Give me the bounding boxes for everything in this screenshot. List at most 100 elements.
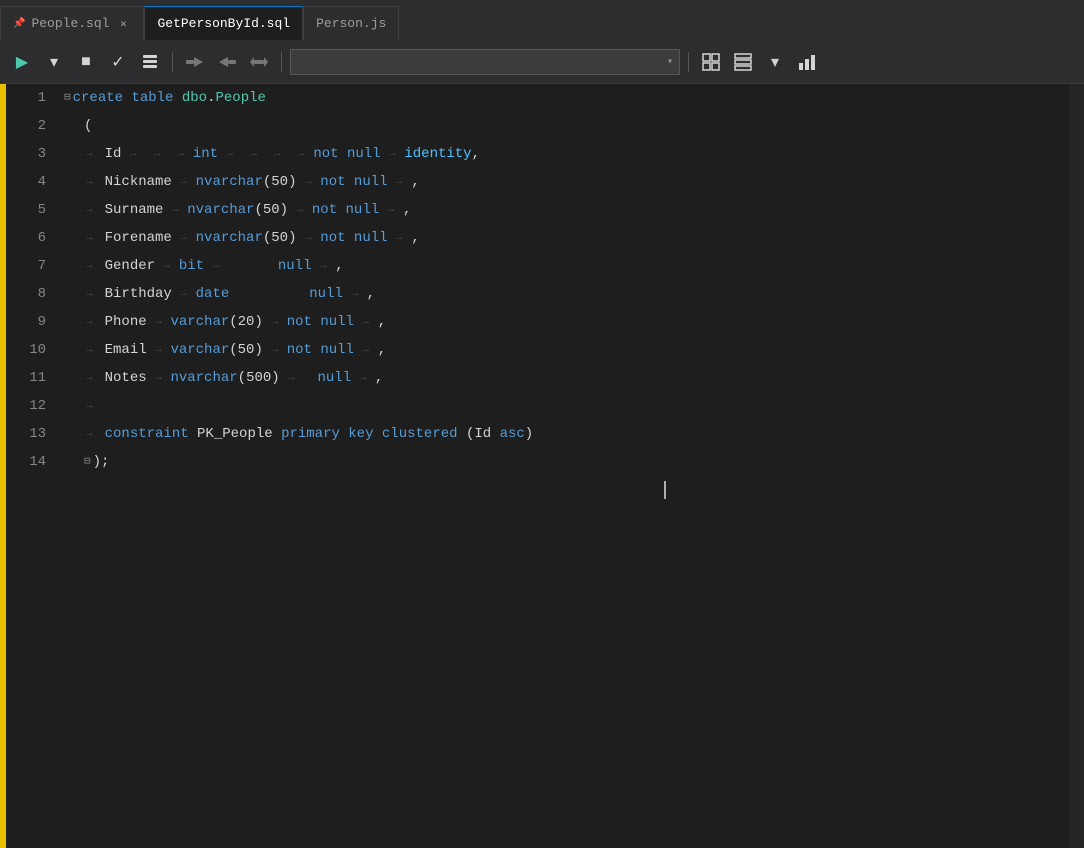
keyword-null-9: null	[320, 308, 354, 336]
arr-9c: →	[263, 308, 287, 336]
arr-9a: →	[84, 308, 95, 336]
code-line-10: → Email → varchar ( 50 ) → not null → ,	[64, 336, 1070, 364]
pk-name: PK_People	[197, 420, 273, 448]
size-20-9: 20	[238, 308, 255, 336]
arr-3a: →	[84, 140, 95, 168]
size-50-6: 50	[271, 224, 288, 252]
results-grid-button[interactable]	[697, 48, 725, 76]
toolbar-sep-1	[172, 52, 173, 72]
size-500-11: 500	[246, 364, 271, 392]
lp-5: (	[254, 196, 262, 224]
code-line-7: → Gender → bit → null → ,	[64, 252, 1070, 280]
arr-10a: →	[84, 336, 95, 364]
lp-4: (	[263, 168, 271, 196]
conn-both-button[interactable]	[245, 48, 273, 76]
tab-label-getpersonbyid-sql: GetPersonById.sql	[157, 16, 290, 31]
comma-5: ,	[403, 196, 411, 224]
arr-7a: →	[84, 252, 95, 280]
line-num-5: 5	[6, 196, 46, 224]
code-line-1: ⊟ create table dbo . People	[64, 84, 1070, 112]
rp-13: )	[525, 420, 533, 448]
code-line-8: → Birthday → date null → ,	[64, 280, 1070, 308]
arr-5d: →	[379, 196, 403, 224]
arr-3b: →	[121, 140, 145, 168]
arr-12: →	[84, 392, 95, 420]
line-numbers: 1 2 3 4 5 6 7 8 9 10 11 12 13 14	[6, 84, 56, 848]
col-gender: Gender	[105, 252, 155, 280]
sp6b	[346, 224, 354, 252]
run-dropdown-button[interactable]: ▾	[40, 48, 68, 76]
code-editor[interactable]: ⊟ create table dbo . People ( → Id → → →…	[56, 84, 1070, 848]
keyword-null-8: null	[309, 280, 343, 308]
arr-6b: →	[172, 224, 196, 252]
arr-4b: →	[172, 168, 196, 196]
code-line-9: → Phone → varchar ( 20 ) → not null → ,	[64, 308, 1070, 336]
keyword-not-6: not	[320, 224, 345, 252]
keyword-create: create	[73, 84, 123, 112]
arr-11b: →	[147, 364, 171, 392]
sp13b	[189, 420, 197, 448]
tab-people-sql[interactable]: 📌 People.sql ✕	[0, 6, 144, 40]
fold-icon-1[interactable]: ⊟	[64, 84, 71, 112]
keyword-null-4: null	[354, 168, 388, 196]
sp13g	[491, 420, 499, 448]
results-table-button[interactable]	[729, 48, 757, 76]
arr-3g: →	[266, 140, 290, 168]
keyword-not-10: not	[287, 336, 312, 364]
col-phone: Phone	[105, 308, 147, 336]
code-line-14: ⊟ );	[64, 448, 1070, 476]
fold-icon-14[interactable]: ⊟	[84, 448, 91, 476]
code-line-15[interactable]	[64, 476, 1070, 504]
pk-col: Id	[474, 420, 491, 448]
line-num-1: 1	[6, 84, 46, 112]
tab-person-js[interactable]: Person.js	[303, 6, 399, 40]
conn-left-button[interactable]	[181, 48, 209, 76]
code-line-4: → Nickname → nvarchar ( 50 ) → not null …	[64, 168, 1070, 196]
comma-4: ,	[411, 168, 419, 196]
results-dropdown-button[interactable]: ▾	[761, 48, 789, 76]
type-nvarchar-5: nvarchar	[187, 196, 254, 224]
arr-6a: →	[84, 224, 95, 252]
arr-7b: →	[155, 252, 179, 280]
stats-button[interactable]	[793, 48, 821, 76]
line-num-13: 13	[6, 420, 46, 448]
arr-4c: →	[296, 168, 320, 196]
sp10b	[312, 336, 320, 364]
col-nickname: Nickname	[105, 168, 172, 196]
comma-3: ,	[472, 140, 480, 168]
tab-close-people-sql[interactable]: ✕	[115, 16, 131, 32]
type-date: date	[196, 280, 230, 308]
comma-7: ,	[335, 252, 343, 280]
stop-button[interactable]: ■	[72, 48, 100, 76]
size-50-10: 50	[238, 336, 255, 364]
line-num-3: 3	[6, 140, 46, 168]
parse-button[interactable]: ✓	[104, 48, 132, 76]
arr-11d: →	[351, 364, 375, 392]
tab-getpersonbyid-sql[interactable]: GetPersonById.sql	[144, 6, 303, 40]
size-50-4: 50	[271, 168, 288, 196]
keyword-primary: primary	[281, 420, 340, 448]
toolbar: ▶ ▾ ■ ✓ ▾ ▾	[0, 40, 1084, 84]
rp-5: )	[280, 196, 288, 224]
arr-4d: →	[388, 168, 412, 196]
lp-11: (	[238, 364, 246, 392]
lp-9: (	[229, 308, 237, 336]
text-cursor	[664, 481, 666, 499]
arr-11c: →	[280, 364, 304, 392]
comma-8: ,	[367, 280, 375, 308]
db-button[interactable]	[136, 48, 164, 76]
keyword-null-7: null	[278, 252, 312, 280]
run-button[interactable]: ▶	[8, 48, 36, 76]
conn-right-button[interactable]	[213, 48, 241, 76]
connection-dropdown-arrow: ▾	[667, 56, 673, 67]
code-line-11: → Notes → nvarchar ( 500 ) → null → ,	[64, 364, 1070, 392]
scrollbar[interactable]	[1070, 84, 1084, 848]
sp13f	[458, 420, 466, 448]
code-line-3: → Id → → → int → → → → not null → identi…	[64, 140, 1070, 168]
open-paren: (	[84, 112, 92, 140]
sp13e	[374, 420, 382, 448]
table-people: People	[216, 84, 266, 112]
line-num-12: 12	[6, 392, 46, 420]
connection-dropdown[interactable]: ▾	[290, 49, 680, 75]
keyword-key: key	[348, 420, 373, 448]
